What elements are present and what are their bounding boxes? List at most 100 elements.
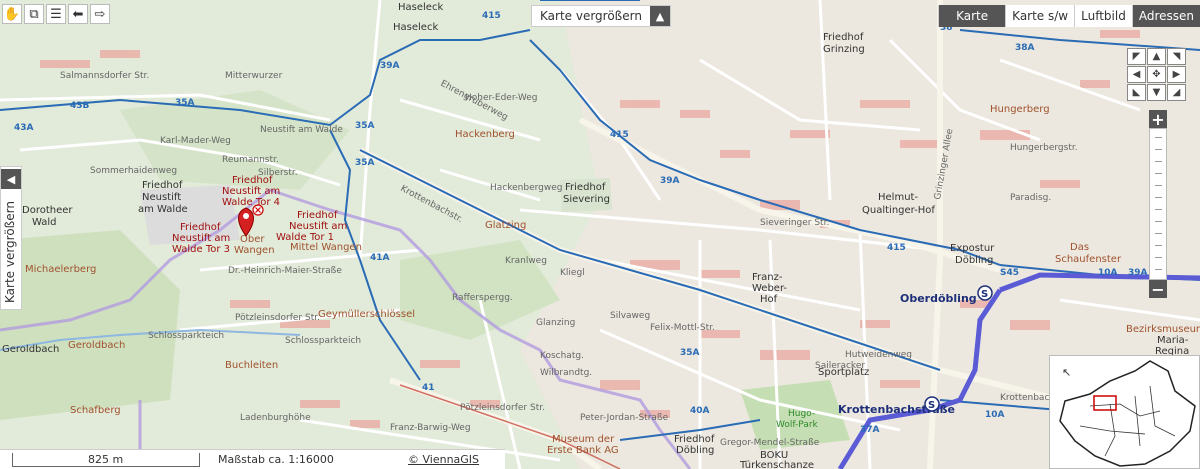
- area-label: Wolf-Park: [776, 420, 819, 430]
- route-label: 41A: [370, 253, 390, 263]
- street-label: Karl-Mader-Weg: [160, 136, 231, 146]
- marker-label: Neustift am: [222, 186, 280, 197]
- area-label: Sievering: [563, 194, 610, 205]
- overview-outline: [1059, 360, 1196, 467]
- area-label: Michaelerberg: [25, 264, 96, 275]
- street-label: Dr.-Heinrich-Maier-Straße: [228, 266, 342, 276]
- side-enlarge-label: Karte vergrößern: [3, 201, 17, 303]
- street-label: Koschatg.: [540, 351, 584, 361]
- street-label: Reumannstr.: [222, 155, 279, 165]
- area-label: Glatzing: [485, 220, 526, 231]
- tab-luftbild[interactable]: Luftbild: [1074, 5, 1132, 27]
- station-label: Oberdöbling: [900, 292, 977, 305]
- forward-icon[interactable]: ⇨: [90, 4, 110, 24]
- area-label: Hackenberg: [455, 129, 515, 140]
- zoom-box-icon[interactable]: ⧉: [24, 4, 44, 24]
- route-label: 37A: [860, 425, 880, 435]
- marker-label: Neustift am: [289, 221, 347, 232]
- street-label: Sieveringer Str.: [760, 218, 829, 228]
- area-label: Friedhof: [674, 434, 715, 445]
- area-label: Schaufenster: [1055, 254, 1122, 265]
- area-label: Mittel Wangen: [290, 242, 362, 253]
- route-label: 39A: [380, 61, 400, 71]
- route-label: 415: [610, 130, 629, 140]
- route-label: 415: [887, 243, 906, 253]
- arrow-left-icon[interactable]: ◀: [1, 169, 21, 189]
- scale-distance: 825 m: [88, 453, 124, 466]
- route-label: 35A: [680, 348, 700, 358]
- reset-view-icon[interactable]: ✥: [1147, 66, 1166, 83]
- area-label: Friedhof: [823, 32, 864, 43]
- street-label: Sommerhaidenweg: [90, 166, 177, 176]
- route-label: 35A: [355, 158, 375, 168]
- tab-adressen[interactable]: Adressen: [1131, 5, 1200, 27]
- street-label: Hackenbergweg: [490, 183, 562, 193]
- overview-map[interactable]: ↖: [1049, 355, 1200, 469]
- enlarge-map-button[interactable]: Karte vergrößern ▲: [531, 5, 671, 27]
- area-label: Dorotheer: [22, 205, 73, 216]
- area-label: Schlossparkteich: [285, 336, 361, 346]
- street-label: Felix-Mottl-Str.: [650, 323, 715, 333]
- pan-right-icon[interactable]: ▶: [1167, 66, 1186, 83]
- measure-icon[interactable]: ☰: [46, 4, 66, 24]
- side-enlarge-panel[interactable]: ◀ Karte vergrößern: [0, 166, 22, 310]
- copyright-link[interactable]: © ViennaGIS: [408, 453, 479, 466]
- zoom-out-button[interactable]: −: [1149, 280, 1167, 299]
- street-label: Neustift am Walde: [260, 125, 343, 135]
- area-label: Weber-: [752, 283, 787, 294]
- area-label: Expostur: [950, 243, 995, 254]
- pan-down-icon[interactable]: ▼: [1147, 84, 1166, 101]
- area-label: Friedhof: [142, 180, 183, 191]
- route-label: 415: [482, 11, 501, 21]
- pan-up-right-icon[interactable]: ◥: [1167, 48, 1186, 65]
- street-label: Hungerbergstr.: [1010, 143, 1078, 153]
- street-label: Paradisg.: [1010, 193, 1051, 203]
- tab-karte-sw[interactable]: Karte s/w: [1005, 5, 1075, 27]
- route-label: 43A: [14, 123, 34, 133]
- zoom-in-button[interactable]: +: [1149, 110, 1167, 129]
- area-label: Döbling: [955, 255, 993, 266]
- close-marker-icon[interactable]: [252, 204, 264, 216]
- marker-label: Walde Tor 1: [276, 232, 334, 243]
- route-label: 39A: [1128, 268, 1148, 278]
- zoom-control: + −: [1149, 110, 1167, 299]
- street-label: Franz-Barwig-Weg: [390, 423, 471, 433]
- zoom-slider[interactable]: [1149, 128, 1167, 280]
- route-label: 39A: [660, 176, 680, 186]
- route-label: S45: [1000, 268, 1019, 278]
- back-icon[interactable]: ⬅: [68, 4, 88, 24]
- map-canvas[interactable]: Haseleck Haseleck Friedhof Grinzing Frie…: [0, 0, 1200, 469]
- area-label: Museum der: [552, 434, 615, 445]
- area-label: Buchleiten: [225, 360, 278, 371]
- collapse-arrow-icon[interactable]: ↖: [1062, 366, 1071, 379]
- street-label: Silvaweg: [610, 311, 650, 321]
- area-label: Maria-: [1157, 335, 1189, 346]
- enlarge-map-label: Karte vergrößern: [540, 9, 642, 23]
- street-label: Rafferspergg.: [452, 293, 513, 303]
- pan-left-icon[interactable]: ◀: [1127, 66, 1146, 83]
- route-label: 35A: [175, 98, 195, 108]
- area-label: Ober: [240, 234, 265, 245]
- marker-label: Neustift am: [172, 233, 230, 244]
- pan-down-right-icon[interactable]: ◢: [1167, 84, 1186, 101]
- map-tools: ✋ ⧉ ☰ ⬅ ⇨: [2, 4, 110, 24]
- hand-icon[interactable]: ✋: [2, 4, 22, 24]
- pan-down-left-icon[interactable]: ◣: [1127, 84, 1146, 101]
- route-label: 35A: [355, 121, 375, 131]
- area-label: Wald: [32, 217, 57, 228]
- route-label: 40A: [690, 406, 710, 416]
- arrow-up-icon[interactable]: ▲: [649, 6, 670, 26]
- pan-up-left-icon[interactable]: ◤: [1127, 48, 1146, 65]
- route-label: 38A: [1015, 43, 1035, 53]
- area-label: Döbling: [676, 445, 714, 456]
- street-label: Pötzleinsdorfer Str.: [460, 403, 545, 413]
- area-label: Franz-: [752, 272, 783, 283]
- tab-karte[interactable]: Karte: [938, 5, 1006, 27]
- marker-label: Walde Tor 3: [172, 244, 230, 255]
- street-label: Peter-Jordan-Straße: [580, 413, 669, 423]
- street-label: Pötzleinsdorfer Str.: [235, 313, 320, 323]
- area-label: am Walde: [138, 204, 188, 215]
- area-label: Qualtinger-Hof: [862, 205, 935, 216]
- status-bar: 825 m Maßstab ca. 1:16000 © ViennaGIS: [0, 449, 505, 469]
- pan-up-icon[interactable]: ▲: [1147, 48, 1166, 65]
